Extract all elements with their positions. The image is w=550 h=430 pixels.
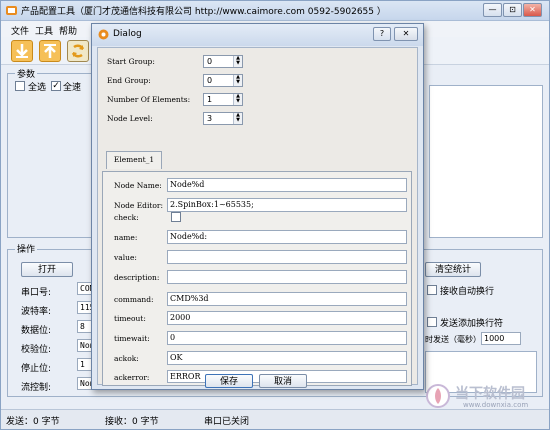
- download-icon: [16, 44, 28, 58]
- all-fast-checkbox[interactable]: ✓: [51, 81, 61, 91]
- description-input[interactable]: [167, 270, 407, 284]
- recv-auto-newline-label: 接收自动换行: [440, 287, 495, 297]
- node-editor-label: Node Editor:: [114, 201, 164, 210]
- node-name-label: Node Name:: [114, 181, 162, 190]
- send-add-newline-checkbox[interactable]: [427, 317, 437, 327]
- command-input[interactable]: CMD%3d: [167, 292, 407, 306]
- start-group-value: 0: [207, 57, 213, 66]
- download-config-button[interactable]: [11, 40, 33, 62]
- params-group: [7, 73, 93, 238]
- name-input[interactable]: Node%d:: [167, 230, 407, 244]
- spin-arrows-icon[interactable]: ▲ ▼: [233, 94, 242, 105]
- watermark: 当下软件园 www.downxia.com: [423, 383, 547, 411]
- window-title: 产品配置工具（厦门才茂通信科技有限公司 http://www.caimore.c…: [21, 7, 386, 17]
- maximize-button[interactable]: ⊡: [503, 3, 522, 17]
- app-icon: [6, 6, 17, 15]
- check-label: check:: [114, 213, 139, 222]
- ackok-input[interactable]: OK: [167, 351, 407, 365]
- dialog-title: Dialog: [113, 29, 142, 39]
- name-label: name:: [114, 233, 138, 242]
- spin-arrows-icon[interactable]: ▲ ▼: [233, 113, 242, 124]
- spin-arrows-icon[interactable]: ▲ ▼: [233, 75, 242, 86]
- menu-tools[interactable]: 工具: [35, 24, 53, 37]
- spin-arrows-icon[interactable]: ▲ ▼: [233, 56, 242, 67]
- refresh-icon: [71, 44, 85, 58]
- node-level-label: Node Level:: [107, 114, 153, 123]
- node-editor-input[interactable]: 2.SpinBox:1~65535;: [167, 198, 407, 212]
- watermark-brand: 当下软件园: [455, 386, 525, 402]
- send-add-newline-label: 发送添加换行符: [440, 319, 504, 329]
- element-dialog: Dialog ? ✕ Start Group: 0 ▲ ▼ End Group: …: [91, 23, 424, 390]
- select-all-checkbox[interactable]: [15, 81, 25, 91]
- watermark-url: www.downxia.com: [463, 401, 529, 409]
- description-label: description:: [114, 273, 160, 282]
- num-elements-spinbox[interactable]: 1 ▲ ▼: [203, 93, 243, 106]
- status-bar: 发送：0 字节 接收：0 字节 串口已关闭: [1, 409, 549, 429]
- timeout-input[interactable]: 2000: [167, 311, 407, 325]
- timed-send-input[interactable]: 1000: [481, 332, 521, 345]
- flowcontrol-label: 流控制:: [21, 383, 52, 393]
- open-port-button[interactable]: 打开: [21, 262, 73, 277]
- end-group-spinbox[interactable]: 0 ▲ ▼: [203, 74, 243, 87]
- timewait-input[interactable]: 0: [167, 331, 407, 345]
- dialog-help-button[interactable]: ?: [373, 27, 391, 41]
- start-group-spinbox[interactable]: 0 ▲ ▼: [203, 55, 243, 68]
- node-level-spinbox[interactable]: 3 ▲ ▼: [203, 112, 243, 125]
- save-button[interactable]: 保存: [205, 374, 253, 388]
- port-label: 串口号:: [21, 288, 52, 298]
- command-label: command:: [114, 295, 154, 304]
- upload-icon: [44, 44, 56, 58]
- watermark-logo-icon: [426, 384, 450, 408]
- upload-config-button[interactable]: [39, 40, 61, 62]
- num-elements-value: 1: [207, 95, 213, 104]
- value-label: value:: [114, 253, 137, 262]
- dialog-body: Start Group: 0 ▲ ▼ End Group: 0 ▲ ▼ Number…: [97, 47, 418, 386]
- status-received: 接收：0 字节: [105, 417, 159, 427]
- cancel-button[interactable]: 取消: [259, 374, 307, 388]
- tab-element-1[interactable]: Element_1: [106, 151, 162, 169]
- select-all-label: 全选: [28, 83, 47, 93]
- dialog-title-bar: Dialog ? ✕: [92, 24, 423, 46]
- dialog-app-icon: [98, 29, 109, 40]
- ackerror-label: ackerror:: [114, 373, 150, 382]
- timeout-label: timeout:: [114, 314, 146, 323]
- parity-label: 校验位:: [21, 345, 52, 355]
- start-group-label: Start Group:: [107, 57, 155, 66]
- num-elements-label: Number Of Elements:: [107, 95, 191, 104]
- all-fast-label: 全速: [63, 83, 82, 93]
- menu-file[interactable]: 文件: [11, 24, 29, 37]
- ackok-label: ackok:: [114, 354, 139, 363]
- timewait-label: timewait:: [114, 334, 150, 343]
- stopbits-label: 停止位:: [21, 364, 52, 374]
- menu-help[interactable]: 帮助: [59, 24, 77, 37]
- node-name-input[interactable]: Node%d: [167, 178, 407, 192]
- check-checkbox[interactable]: [171, 212, 181, 222]
- minimize-button[interactable]: —: [483, 3, 502, 17]
- node-level-value: 3: [207, 114, 213, 123]
- baud-label: 波特率:: [21, 307, 52, 317]
- end-group-label: End Group:: [107, 76, 151, 85]
- databits-label: 数据位:: [21, 326, 52, 336]
- clear-stats-button[interactable]: 清空统计: [425, 262, 481, 277]
- params-group-label: 参数: [15, 67, 38, 80]
- port-settings: 串口号: COM 波特率: 115 数据位: 8 校验位: Non 停止位: 1…: [21, 282, 93, 393]
- title-bar: 产品配置工具（厦门才茂通信科技有限公司 http://www.caimore.c…: [1, 1, 549, 21]
- value-input[interactable]: [167, 250, 407, 264]
- end-group-value: 0: [207, 76, 213, 85]
- status-port: 串口已关闭: [204, 417, 250, 427]
- element-tab-panel: Node Name: Node%d Node Editor: 2.SpinBox…: [102, 171, 412, 386]
- dialog-close-button[interactable]: ✕: [394, 27, 418, 41]
- receive-textarea[interactable]: [429, 85, 543, 238]
- timed-send-label: 时发送（毫秒）: [425, 335, 481, 344]
- recv-auto-newline-checkbox[interactable]: [427, 285, 437, 295]
- status-sent: 发送：0 字节: [6, 417, 60, 427]
- ops-group-label: 操作: [15, 242, 38, 255]
- refresh-button[interactable]: [67, 40, 89, 62]
- close-button[interactable]: ✕: [523, 3, 542, 17]
